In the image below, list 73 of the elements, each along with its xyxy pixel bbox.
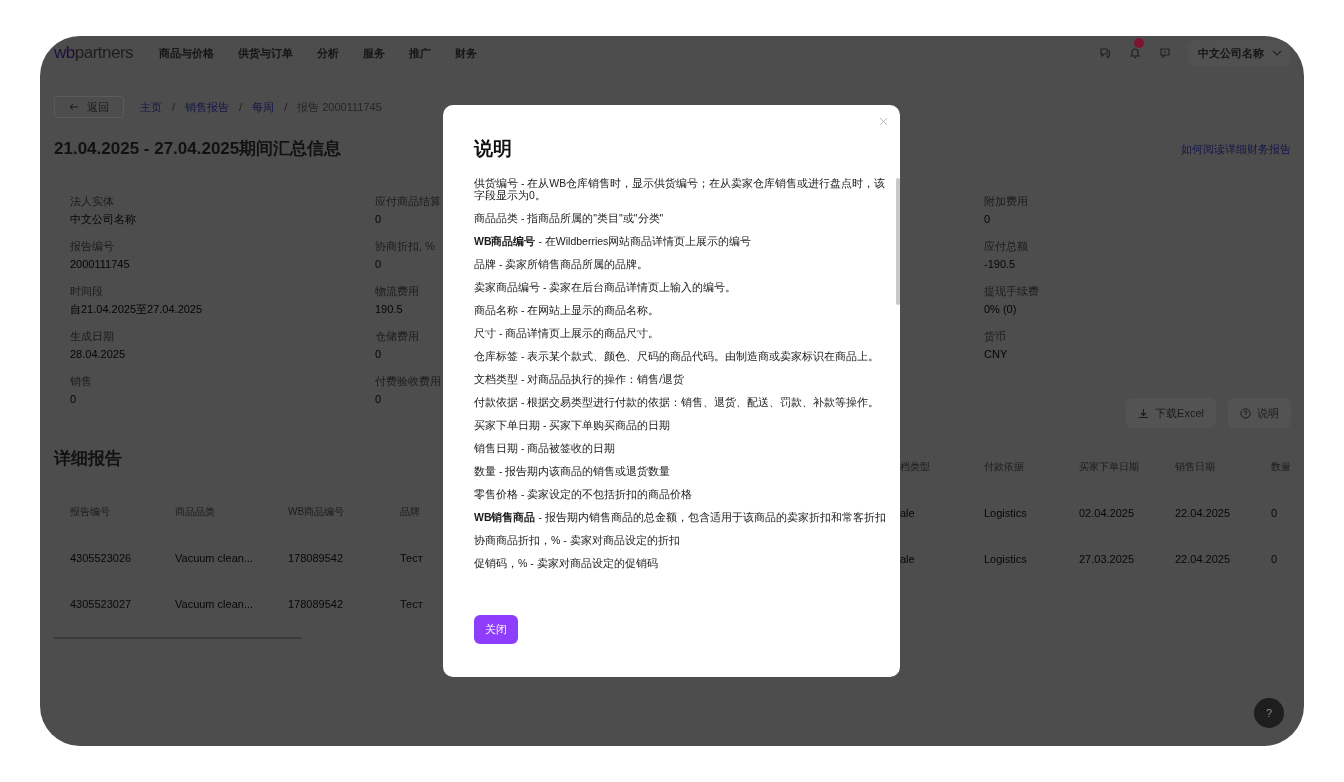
field-value: 0 [375, 257, 383, 271]
description-text: WB销售商品 - 报告期内销售商品的总金额，包含适用于该商品的卖家折扣和常客折扣 [474, 511, 886, 523]
download-icon [1138, 407, 1150, 419]
nav-item[interactable]: 商品与价格 [159, 45, 215, 61]
table-cell: Тест [400, 552, 423, 564]
nav-item[interactable]: 推广 [409, 45, 432, 61]
table-cell-text: 178089542 [288, 552, 345, 564]
speech-bubble-icon [1159, 47, 1171, 59]
chat-icon [1099, 47, 1111, 59]
field-value: CNY [984, 347, 1009, 361]
chevron-down-icon [1272, 50, 1282, 56]
bell-icon [1129, 47, 1141, 59]
description-text: 商品品类 - 指商品所属的"类目"或"分类" [474, 212, 665, 224]
description-text: 卖家商品编号 - 卖家在后台商品详情页上输入的编号。 [474, 281, 738, 293]
field-value: 中文公司名称 [70, 212, 137, 226]
field-value: 0 [984, 212, 992, 226]
field-value: -190.5 [984, 257, 1017, 271]
field-value: 自21.04.2025至27.04.2025 [70, 302, 204, 316]
table-cell-text: 22.04.2025 [1175, 553, 1232, 565]
field-value: 0 [375, 392, 383, 406]
description-text: 供货编号 - 在从WB仓库销售时，显示供货编号；在从卖家仓库销售或进行盘点时，该字段显示为0。 [474, 177, 886, 201]
description-text: 尺寸 - 商品详情页上展示的商品尺寸。 [474, 327, 661, 339]
description-text: 销售日期 - 商品被签收的日期 [474, 442, 617, 454]
nav-item[interactable]: 服务 [363, 45, 386, 61]
field-value: 0% (0) [984, 302, 1018, 316]
field-value: 190.5 [375, 302, 404, 316]
breadcrumb-separator: / [239, 101, 243, 113]
table-cell-text: 4305523027 [70, 598, 133, 610]
description-text: 商品名称 - 在网站上显示的商品名称。 [474, 304, 661, 316]
description-text: 付款依据 - 根据交易类型进行付款的依据：销售、退货、配送、罚款、补款等操作。 [474, 396, 881, 408]
nav-item[interactable]: 财务 [455, 45, 478, 61]
description-text: 协商商品折扣，% - 卖家对商品设定的折扣 [474, 534, 681, 546]
field-value: 28.04.2025 [70, 347, 127, 361]
description-text: WB商品编号 - 在Wildberries网站商品详情页上展示的编号 [474, 235, 753, 247]
table-cell-text: ale [900, 507, 916, 519]
table-cell-text: 4305523026 [70, 552, 133, 564]
description-text: 仓库标签 - 表示某个款式、颜色、尺码的商品代码。由制造商或卖家标识在商品上。 [474, 350, 881, 362]
help-button[interactable]: ? [1254, 698, 1284, 728]
description-text: 数量 - 报告期内该商品的销售或退货数量 [474, 465, 672, 477]
dialog-title: 说明 [474, 137, 513, 161]
arrow-left-icon [69, 103, 79, 111]
field-value: 2000111745 [70, 257, 131, 271]
table-cell-text: 22.04.2025 [1175, 507, 1232, 519]
description-text: 促销码，% - 卖家对商品设定的促销码 [474, 557, 659, 569]
field-value: 0 [375, 347, 383, 361]
breadcrumb-separator: / [284, 101, 288, 113]
company-dropdown[interactable]: 中文公司名称 [1188, 40, 1290, 66]
scrollbar[interactable] [896, 178, 900, 305]
table-cell-text: Vacuum clean... [175, 552, 255, 564]
table-cell-text: 27.03.2025 [1079, 553, 1136, 565]
table-cell-text: ale [900, 553, 916, 565]
description-text: 买家下单日期 - 买家下单购买商品的日期 [474, 419, 672, 431]
page-title: 21.04.2025 - 27.04.2025期间汇总信息 [54, 138, 343, 160]
question-circle-icon [1240, 407, 1251, 419]
breadcrumb-separator: / [172, 101, 176, 113]
table-cell: 0 [1271, 507, 1278, 519]
nav-item[interactable]: 供货与订单 [238, 45, 294, 61]
section-title: 详细报告 [54, 447, 122, 470]
description-text: 品牌 - 卖家所销售商品所属的品牌。 [474, 258, 650, 270]
field-value: 0 [375, 212, 383, 226]
table-cell-text: 178089542 [288, 598, 345, 610]
table-cell-text: Vacuum clean... [175, 598, 255, 610]
description-text: 零售价格 - 卖家设定的不包括折扣的商品价格 [474, 488, 694, 500]
close-button[interactable]: 关闭 [474, 615, 518, 644]
field-value: 0 [70, 392, 78, 406]
nav-item[interactable]: 分析 [317, 45, 340, 61]
table-cell: 0 [1271, 553, 1278, 565]
close-icon [879, 117, 888, 126]
table-cell-text: 02.04.2025 [1079, 507, 1136, 519]
table-cell: Тест [400, 598, 423, 610]
description-text: 文档类型 - 对商品品执行的操作：销售/退货 [474, 373, 686, 385]
table-cell-text: Logistics [984, 507, 1028, 519]
table-cell-text: Logistics [984, 553, 1028, 565]
